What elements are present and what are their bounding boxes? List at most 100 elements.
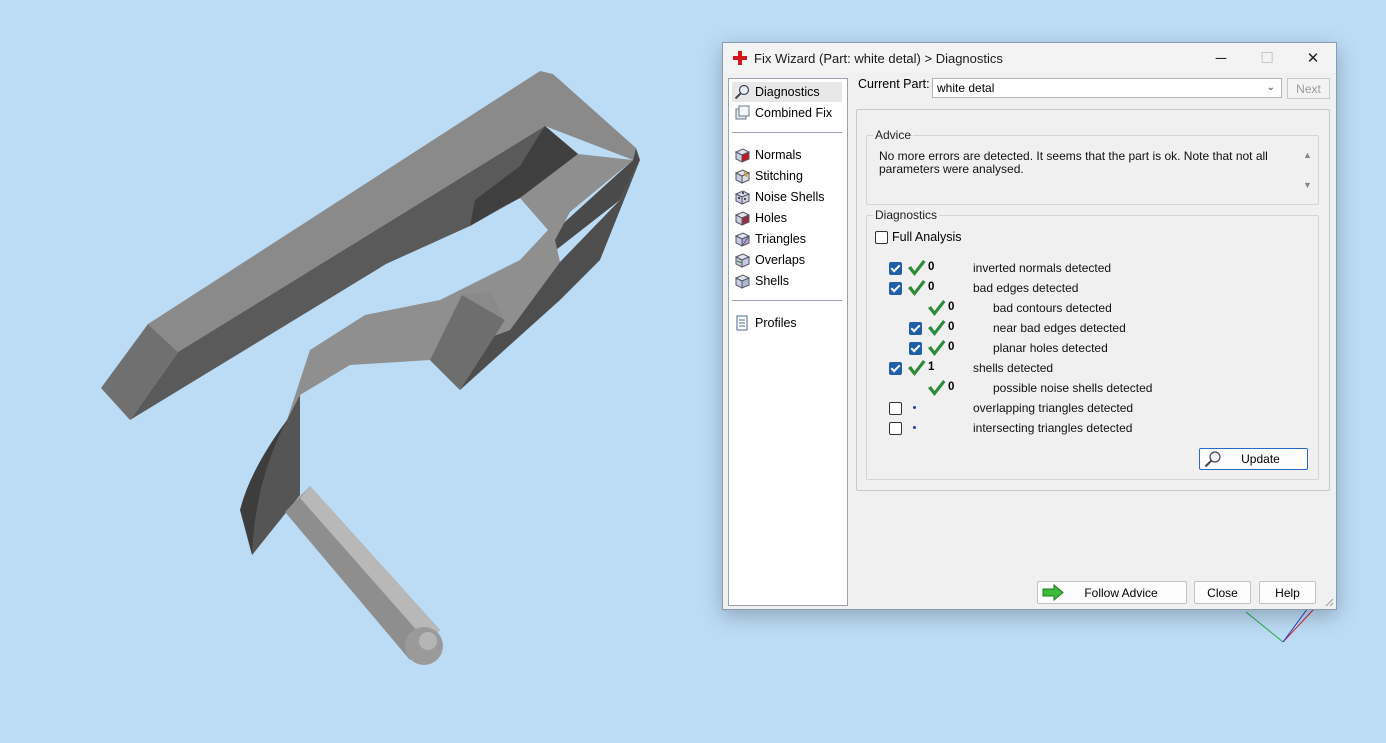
diagnostic-count: 0 [928,261,935,273]
scroll-down-icon[interactable]: ▼ [1303,180,1312,190]
diagnostic-label: bad contours detected [993,301,1112,315]
help-button[interactable]: Help [1259,581,1316,604]
diagnostic-label: intersecting triangles detected [973,421,1133,435]
close-button[interactable]: Close [1194,581,1251,604]
magnifier-icon [734,84,750,100]
scroll-up-icon[interactable]: ▲ [1303,150,1312,160]
update-button[interactable]: Update [1199,448,1308,470]
nav-item-label: Noise Shells [755,190,825,204]
diagnostic-row: 0 inverted normals detected [867,258,1307,278]
nav-item-noise-shells[interactable]: Noise Shells [732,187,842,207]
diagnostic-label: planar holes detected [993,341,1108,355]
triangles-cube-icon [734,232,750,247]
nav-item-diagnostics[interactable]: Diagnostics [732,82,842,102]
diagnostic-checkbox[interactable] [889,282,902,295]
nav-item-normals[interactable]: Normals [732,145,842,165]
diagnostic-row: 0 near bad edges detected [867,318,1307,338]
stitching-icon [734,169,750,184]
not-analyzed-dot-icon [913,426,916,429]
nav-item-profiles[interactable]: Profiles [732,313,842,333]
green-checkmark-icon [928,300,946,316]
current-part-label: Current Part: [858,77,930,91]
diagnostic-row: 0 planar holes detected [867,338,1307,358]
diagnostic-row: overlapping triangles detected [867,398,1307,418]
profiles-document-icon [736,315,748,331]
full-analysis-label: Full Analysis [892,230,962,244]
diagnostic-label: possible noise shells detected [993,381,1153,395]
wizard-nav-list: Diagnostics Combined Fix Normals Stitchi… [728,78,848,606]
close-window-button[interactable]: ✕ [1290,43,1336,73]
diagnostic-count: 0 [948,381,955,393]
full-analysis-checkbox[interactable] [875,230,888,244]
diagnostic-label: near bad edges detected [993,321,1126,335]
diagnostic-checkbox[interactable] [889,362,902,375]
green-checkmark-icon [908,260,926,276]
chevron-down-icon: ⌄ [1266,82,1275,93]
nav-item-stitching[interactable]: Stitching [732,166,842,186]
diagnostic-count: 0 [948,341,955,353]
diagnostic-checkbox[interactable] [889,402,902,415]
noise-shells-icon [734,190,750,205]
diagnostics-group: Diagnostics Full Analysis 0 inverted norm… [866,208,1319,480]
diagnostic-row: 0 bad edges detected [867,278,1307,298]
green-arrow-right-icon [1042,584,1064,601]
nav-item-triangles[interactable]: Triangles [732,229,842,249]
diagnostic-count: 0 [948,301,955,313]
nav-item-combined-fix[interactable]: Combined Fix [732,103,842,123]
holes-cube-icon [734,211,750,226]
diagnostics-title: Diagnostics [873,208,940,222]
not-analyzed-dot-icon [913,406,916,409]
green-checkmark-icon [928,340,946,356]
close-icon: ✕ [1306,50,1320,67]
diagnostic-count: 1 [928,361,935,373]
advice-title: Advice [873,128,914,142]
diagnostics-panel: Advice No more errors are detected. It s… [856,109,1330,491]
diagnostic-label: inverted normals detected [973,261,1112,275]
diagnostic-label: overlapping triangles detected [973,401,1134,415]
nav-item-holes[interactable]: Holes [732,208,842,228]
nav-separator [732,132,842,133]
title-bar[interactable]: Fix Wizard (Part: white detal) > Diagnos… [723,43,1336,73]
minimize-button[interactable]: ─ [1198,43,1244,73]
update-label: Update [1241,452,1280,466]
diagnostic-label: shells detected [973,361,1054,375]
follow-advice-label: Follow Advice [1084,585,1158,600]
nav-item-shells[interactable]: Shells [732,271,842,291]
diagnostic-row: intersecting triangles detected [867,418,1307,438]
green-checkmark-icon [928,380,946,396]
maximize-button[interactable]: ☐ [1244,43,1290,73]
diagnostic-row: 1 shells detected [867,358,1307,378]
advice-scrollbar[interactable]: ▲ ▼ [1302,150,1314,194]
next-button[interactable]: Next [1287,78,1330,99]
advice-group: Advice No more errors are detected. It s… [866,128,1319,205]
diagnostic-count: 0 [928,281,935,293]
diagnostic-checkbox[interactable] [909,342,922,355]
green-checkmark-icon [908,360,926,376]
follow-advice-button[interactable]: Follow Advice [1037,581,1187,604]
diagnostic-checkbox[interactable] [889,262,902,275]
nav-item-overlaps[interactable]: Overlaps [732,250,842,270]
current-part-select[interactable]: white detal ⌄ [932,78,1282,98]
diagnostic-checkbox[interactable] [889,422,902,435]
normals-cube-icon [734,148,750,163]
fix-wizard-dialog: Fix Wizard (Part: white detal) > Diagnos… [722,42,1337,610]
diagnostic-count: 0 [948,321,955,333]
current-part-value: white detal [937,81,995,95]
nav-item-label: Profiles [755,316,797,330]
window-title: Fix Wizard (Part: white detal) > Diagnos… [754,50,1003,66]
diagnostic-row: 0 possible noise shells detected [867,378,1307,398]
diagnostic-checkbox[interactable] [909,322,922,335]
nav-item-label: Normals [755,148,802,162]
full-analysis-option[interactable]: Full Analysis [875,230,961,244]
nav-item-label: Shells [755,274,790,288]
nav-item-label: Combined Fix [755,106,833,120]
diagnostic-label: bad edges detected [973,281,1079,295]
diagnostic-row: 0 bad contours detected [867,298,1307,318]
combined-fix-icon [735,105,750,120]
red-cross-app-icon [733,51,747,65]
overlaps-cube-icon [734,253,750,268]
nav-separator [732,300,842,301]
resize-grip-icon[interactable] [1324,597,1334,607]
nav-item-label: Overlaps [755,253,806,267]
green-checkmark-icon [908,280,926,296]
